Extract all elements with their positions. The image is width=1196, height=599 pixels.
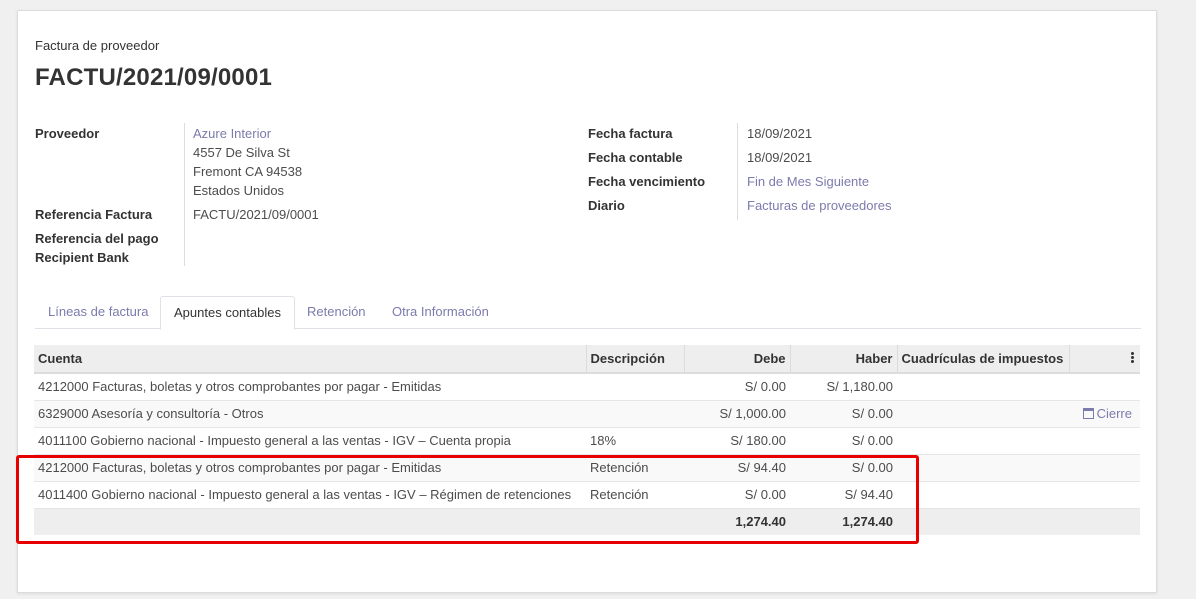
tab-lineas-factura[interactable]: Líneas de factura bbox=[35, 296, 161, 329]
cell-haber[interactable]: S/ 0.00 bbox=[790, 400, 897, 428]
cell-descripcion[interactable] bbox=[586, 373, 684, 401]
cell-extra bbox=[1069, 427, 1140, 455]
cell-cuenta[interactable]: 6329000 Asesoría y consultoría - Otros bbox=[34, 400, 586, 428]
cell-tags[interactable] bbox=[897, 400, 1069, 428]
diario-link[interactable]: Facturas de proveedores bbox=[747, 196, 892, 215]
cell-tags[interactable] bbox=[897, 373, 1069, 401]
cell-debe[interactable]: S/ 94.40 bbox=[684, 454, 790, 482]
address-line-2: Fremont CA 94538 bbox=[193, 164, 303, 179]
cell-haber[interactable]: S/ 94.40 bbox=[790, 481, 897, 509]
column-header-cuenta[interactable]: Cuenta bbox=[34, 345, 587, 374]
page-title: FACTU/2021/09/0001 bbox=[35, 64, 273, 91]
optional-columns-toggle[interactable] bbox=[1069, 345, 1140, 374]
address-line-3: Estados Unidos bbox=[193, 183, 285, 198]
total-spacer bbox=[586, 508, 684, 535]
cell-haber[interactable]: S/ 0.00 bbox=[790, 427, 897, 455]
form-sheet: Factura de proveedor FACTU/2021/09/0001 … bbox=[17, 10, 1157, 593]
cierre-tag[interactable]: Cierre bbox=[1082, 406, 1132, 421]
fecha-contable-value[interactable]: 18/09/2021 bbox=[747, 148, 812, 167]
cell-tags[interactable] bbox=[897, 427, 1069, 455]
cell-haber[interactable]: S/ 1,180.00 bbox=[790, 373, 897, 401]
fecha-vencimiento-link[interactable]: Fin de Mes Siguiente bbox=[747, 172, 869, 191]
notebook-tabs: Líneas de factura Apuntes contables Rete… bbox=[35, 296, 1141, 330]
recipient-bank-label: Recipient Bank bbox=[35, 250, 129, 265]
column-header-debe[interactable]: Debe bbox=[684, 345, 791, 374]
kebab-menu-icon[interactable] bbox=[1131, 351, 1134, 364]
cell-haber[interactable]: S/ 0.00 bbox=[790, 454, 897, 482]
cell-extra bbox=[1069, 481, 1140, 509]
table-row[interactable]: 4212000 Facturas, boletas y otros compro… bbox=[34, 373, 1140, 401]
cell-tags[interactable] bbox=[897, 454, 1069, 482]
tab-otra-informacion[interactable]: Otra Información bbox=[379, 296, 502, 329]
right-field-separator bbox=[737, 123, 738, 220]
table-row[interactable]: 6329000 Asesoría y consultoría - Otros S… bbox=[34, 400, 1140, 428]
total-debe: 1,274.40 bbox=[684, 508, 790, 535]
cell-cuenta[interactable]: 4011400 Gobierno nacional - Impuesto gen… bbox=[34, 481, 586, 509]
left-field-separator bbox=[184, 123, 185, 266]
totals-row: 1,274.40 1,274.40 bbox=[34, 508, 1140, 535]
fecha-factura-label: Fecha factura bbox=[588, 126, 673, 141]
ref-factura-value[interactable]: FACTU/2021/09/0001 bbox=[193, 205, 319, 224]
cell-debe[interactable]: S/ 1,000.00 bbox=[684, 400, 790, 428]
cell-descripcion[interactable]: Retención bbox=[586, 454, 684, 482]
table-row[interactable]: 4011400 Gobierno nacional - Impuesto gen… bbox=[34, 481, 1140, 509]
cell-cuenta[interactable]: 4011100 Gobierno nacional - Impuesto gen… bbox=[34, 427, 586, 455]
address-line-1: 4557 De Silva St bbox=[193, 145, 290, 160]
cell-extra bbox=[1069, 373, 1140, 401]
fecha-vencimiento-label: Fecha vencimiento bbox=[588, 174, 706, 189]
fecha-contable-label: Fecha contable bbox=[588, 150, 683, 165]
cell-cuenta[interactable]: 4212000 Facturas, boletas y otros compro… bbox=[34, 373, 586, 401]
cell-extra bbox=[1069, 454, 1140, 482]
table-row[interactable]: 4212000 Facturas, boletas y otros compro… bbox=[34, 454, 1140, 482]
journal-items-table: Cuenta Descripción Debe Haber Cuadrícula… bbox=[34, 345, 1140, 535]
total-haber: 1,274.40 bbox=[790, 508, 897, 535]
total-spacer bbox=[897, 508, 1069, 535]
tab-retencion[interactable]: Retención bbox=[294, 296, 379, 329]
ref-factura-label: Referencia Factura bbox=[35, 207, 153, 222]
cell-debe[interactable]: S/ 180.00 bbox=[684, 427, 790, 455]
cell-analytic-tag[interactable]: Cierre bbox=[1069, 400, 1140, 428]
cell-tags[interactable] bbox=[897, 481, 1069, 509]
fecha-factura-value[interactable]: 18/09/2021 bbox=[747, 124, 812, 143]
proveedor-label: Proveedor bbox=[35, 126, 100, 141]
document-type-label: Factura de proveedor bbox=[35, 38, 160, 53]
cell-descripcion[interactable]: 18% bbox=[586, 427, 684, 455]
tab-apuntes-contables[interactable]: Apuntes contables bbox=[160, 296, 295, 330]
column-header-impuestos[interactable]: Cuadrículas de impuestos bbox=[897, 345, 1070, 374]
column-header-descripcion[interactable]: Descripción bbox=[586, 345, 685, 374]
column-header-haber[interactable]: Haber bbox=[790, 345, 898, 374]
total-spacer bbox=[1069, 508, 1140, 535]
total-spacer bbox=[34, 508, 586, 535]
cell-debe[interactable]: S/ 0.00 bbox=[684, 373, 790, 401]
cell-debe[interactable]: S/ 0.00 bbox=[684, 481, 790, 509]
diario-label: Diario bbox=[588, 198, 625, 213]
cell-descripcion[interactable]: Retención bbox=[586, 481, 684, 509]
table-row[interactable]: 4011100 Gobierno nacional - Impuesto gen… bbox=[34, 427, 1140, 455]
cell-descripcion[interactable] bbox=[586, 400, 684, 428]
table-header-row: Cuenta Descripción Debe Haber Cuadrícula… bbox=[34, 345, 1140, 374]
calendar-icon bbox=[1082, 408, 1094, 419]
proveedor-link[interactable]: Azure Interior bbox=[193, 124, 271, 143]
cell-cuenta[interactable]: 4212000 Facturas, boletas y otros compro… bbox=[34, 454, 586, 482]
ref-pago-label: Referencia del pago bbox=[35, 231, 159, 246]
